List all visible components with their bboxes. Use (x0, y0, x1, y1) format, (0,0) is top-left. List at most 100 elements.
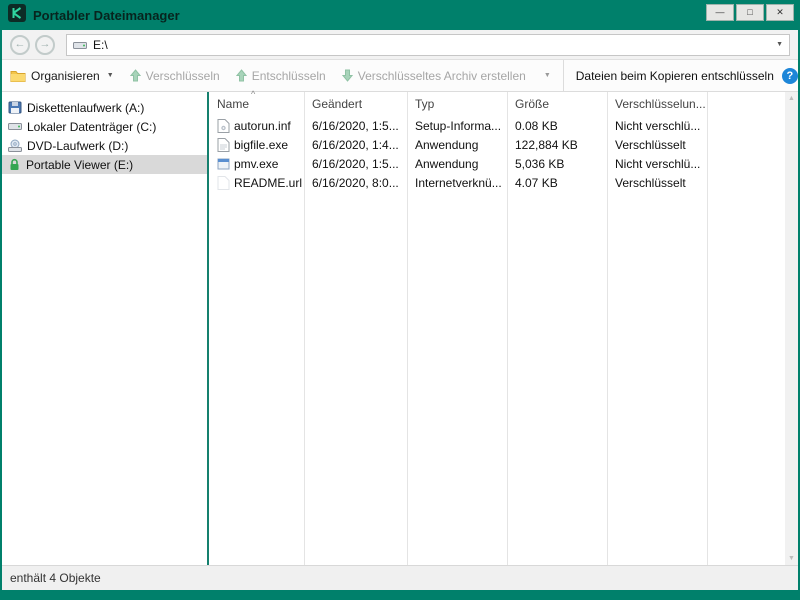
file-type: Internetverknü... (407, 176, 507, 190)
forward-icon: → (40, 39, 51, 50)
maximize-button[interactable]: □ (736, 4, 764, 21)
file-name: pmv.exe (234, 157, 278, 171)
file-row[interactable]: README.url 6/16/2020, 8:0... Internetver… (209, 173, 785, 192)
application-file-icon (217, 157, 230, 171)
file-row[interactable]: autorun.inf 6/16/2020, 1:5... Setup-Info… (209, 116, 785, 135)
scroll-up-icon[interactable]: ▲ (785, 95, 798, 102)
file-type: Anwendung (407, 138, 507, 152)
dvd-drive-icon (8, 139, 22, 152)
column-divider (304, 92, 305, 565)
hard-drive-icon (8, 120, 22, 133)
floppy-drive-icon (8, 101, 22, 114)
address-bar[interactable]: E:\ ▼ (66, 34, 790, 56)
back-icon: ← (15, 39, 26, 50)
sidebar-item-floppy-a[interactable]: Diskettenlaufwerk (A:) (2, 98, 207, 117)
sidebar-item-local-disk-c[interactable]: Lokaler Datenträger (C:) (2, 117, 207, 136)
scroll-down-icon[interactable]: ▼ (785, 555, 798, 562)
forward-button[interactable]: → (35, 35, 55, 55)
content-area: Diskettenlaufwerk (A:) Lokaler Datenträg… (2, 92, 798, 565)
status-bar: enthält 4 Objekte (2, 565, 798, 590)
organize-label: Organisieren (31, 69, 100, 83)
internet-shortcut-file-icon (217, 176, 230, 190)
file-modified: 6/16/2020, 8:0... (304, 176, 407, 190)
file-name-cell: autorun.inf (209, 119, 304, 133)
sidebar-item-dvd-d[interactable]: DVD-Laufwerk (D:) (2, 136, 207, 155)
maximize-icon: □ (747, 8, 752, 17)
navigation-bar: ← → E:\ ▼ (2, 30, 798, 60)
file-modified: 6/16/2020, 1:5... (304, 157, 407, 171)
decrypt-button[interactable]: Entschlüsseln (236, 69, 326, 83)
file-encryption: Nicht verschlü... (607, 119, 707, 133)
create-encrypted-archive-button[interactable]: Verschlüsseltes Archiv erstellen (342, 69, 526, 83)
file-name: bigfile.exe (234, 138, 288, 152)
archive-arrow-icon (342, 69, 353, 82)
copy-decrypt-label: Dateien beim Kopieren entschlüsseln (576, 69, 774, 83)
address-path: E:\ (93, 38, 108, 52)
decrypt-arrow-icon (236, 69, 247, 82)
column-header-encryption[interactable]: Verschlüsselun... (607, 97, 707, 111)
file-encryption: Verschlüsselt (607, 138, 707, 152)
encrypt-arrow-icon (130, 69, 141, 82)
lock-icon (8, 158, 21, 171)
window-controls: — □ ✕ (706, 4, 794, 21)
vertical-scrollbar[interactable]: ▲ ▼ (785, 92, 798, 565)
file-modified: 6/16/2020, 1:4... (304, 138, 407, 152)
address-dropdown-icon[interactable]: ▼ (776, 41, 783, 48)
window-left-border (0, 0, 2, 600)
minimize-button[interactable]: — (706, 4, 734, 21)
file-name: README.url (234, 176, 302, 190)
toolbar-right-group: Dateien beim Kopieren entschlüsseln ? (563, 60, 800, 91)
decrypt-label: Entschlüsseln (252, 69, 326, 83)
column-header-row: ^ Name Geändert Typ Größe Verschlüsselun… (209, 92, 785, 116)
file-row[interactable]: pmv.exe 6/16/2020, 1:5... Anwendung 5,03… (209, 154, 785, 173)
sidebar-item-label: Lokaler Datenträger (C:) (27, 120, 156, 134)
column-divider (507, 92, 508, 565)
setup-information-file-icon (217, 119, 230, 133)
organize-button[interactable]: Organisieren ▼ (10, 69, 114, 83)
file-name: autorun.inf (234, 119, 291, 133)
file-list: ^ Name Geändert Typ Größe Verschlüsselun… (209, 92, 785, 565)
file-name-cell: README.url (209, 176, 304, 190)
sidebar-item-portable-viewer-e[interactable]: Portable Viewer (E:) (2, 155, 207, 174)
sort-ascending-icon: ^ (251, 89, 255, 99)
titlebar: Portabler Dateimanager — □ ✕ (0, 0, 800, 30)
file-encryption: Nicht verschlü... (607, 157, 707, 171)
organize-dropdown-icon: ▼ (107, 72, 114, 79)
drive-tree: Diskettenlaufwerk (A:) Lokaler Datenträg… (2, 92, 207, 565)
encrypt-label: Verschlüsseln (146, 69, 220, 83)
column-divider (707, 92, 708, 565)
help-icon[interactable]: ? (782, 68, 798, 84)
sidebar-item-label: DVD-Laufwerk (D:) (27, 139, 128, 153)
back-button[interactable]: ← (10, 35, 30, 55)
close-button[interactable]: ✕ (766, 4, 794, 21)
file-name-cell: pmv.exe (209, 157, 304, 171)
status-text: enthält 4 Objekte (10, 571, 101, 585)
sidebar-item-label: Portable Viewer (E:) (26, 158, 133, 172)
file-modified: 6/16/2020, 1:5... (304, 119, 407, 133)
create-archive-label: Verschlüsseltes Archiv erstellen (358, 69, 526, 83)
file-type: Setup-Informa... (407, 119, 507, 133)
encrypt-button[interactable]: Verschlüsseln (130, 69, 220, 83)
column-divider (407, 92, 408, 565)
archive-dropdown-button[interactable]: ▼ (544, 72, 551, 79)
column-header-type[interactable]: Typ (407, 97, 507, 111)
window-bottom-border (0, 590, 800, 600)
close-icon: ✕ (776, 8, 784, 17)
column-header-modified[interactable]: Geändert (304, 97, 407, 111)
file-encryption: Verschlüsselt (607, 176, 707, 190)
sidebar-item-label: Diskettenlaufwerk (A:) (27, 101, 144, 115)
minimize-icon: — (716, 8, 725, 17)
file-size: 4.07 KB (507, 176, 607, 190)
drive-icon (73, 39, 87, 51)
column-divider (607, 92, 608, 565)
column-header-name[interactable]: Name (209, 97, 304, 111)
file-size: 122,884 KB (507, 138, 607, 152)
folder-icon (10, 69, 26, 82)
file-type: Anwendung (407, 157, 507, 171)
app-window: Portabler Dateimanager — □ ✕ ← → E:\ ▼ O… (0, 0, 800, 600)
executable-file-icon (217, 138, 230, 152)
file-size: 5,036 KB (507, 157, 607, 171)
window-title: Portabler Dateimanager (33, 8, 180, 23)
file-row[interactable]: bigfile.exe 6/16/2020, 1:4... Anwendung … (209, 135, 785, 154)
column-header-size[interactable]: Größe (507, 97, 607, 111)
